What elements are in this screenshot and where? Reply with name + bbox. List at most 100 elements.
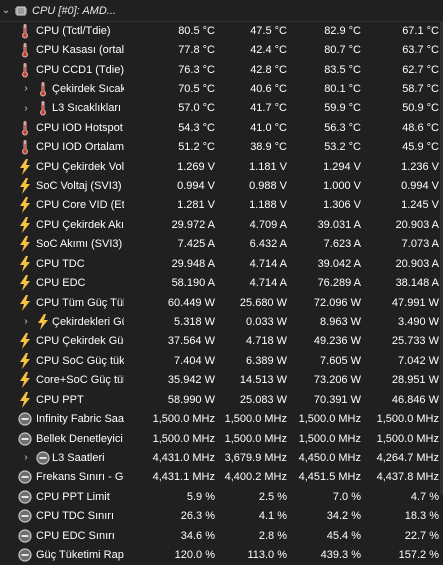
sensor-row[interactable]: CPU Çekirdek Voltajı 1.269 V 1.181 V 1.294 …	[0, 157, 443, 176]
sensor-label: CPU (Tctl/Tdie)	[36, 24, 111, 37]
expand-arrow-icon[interactable]: ›	[21, 452, 31, 463]
sensor-value-average: 20.903 A	[395, 257, 439, 270]
sensor-label: CPU TDC Sınırı	[36, 510, 115, 523]
sensor-value-max: 56.3 °C	[324, 121, 361, 134]
expand-arrow-icon[interactable]: ›	[21, 103, 31, 114]
sensor-panel: ⌄ CPU [#0]: AMD... CPU (Tctl/Tdie) 80.5 °…	[0, 0, 443, 562]
sensor-row[interactable]: CPU PPT Limit 5.9 % 2.5 % 7.0 % 4.7 %	[0, 487, 443, 506]
sensor-value-max: 1,500.0 MHz	[298, 413, 361, 426]
sensor-value-max: 34.2 %	[326, 510, 361, 523]
cpu-group-header[interactable]: ⌄ CPU [#0]: AMD...	[0, 0, 443, 22]
sensor-row[interactable]: SoC Akımı (SVI3) 7.425 A 6.432 A 7.623 A 7.0…	[0, 235, 443, 254]
sensor-row[interactable]: CPU TDC 29.948 A 4.714 A 39.042 A 20.903 A	[0, 254, 443, 273]
sensor-row[interactable]: › L3 Saatleri 4,431.0 MHz 3,679.9 MHz 4,450.…	[0, 448, 443, 467]
sensor-value-max: 39.031 A	[317, 218, 361, 231]
sensor-value-min: 25.083 W	[239, 393, 287, 406]
sensor-label: SoC Voltaj (SVI3)	[36, 180, 122, 193]
expand-arrow-icon[interactable]: ›	[21, 316, 31, 327]
sensor-label: CPU Çekirdek Güç	[36, 335, 124, 348]
sensor-row[interactable]: SoC Voltaj (SVI3) 0.994 V 0.988 V 1.000 V 0.…	[0, 176, 443, 195]
lightning-bolt-icon	[18, 255, 32, 272]
sensor-label: CPU IOD Hotspot	[36, 121, 123, 134]
sensor-value-max: 70.391 W	[313, 393, 361, 406]
sensor-value-current: 76.3 °C	[178, 63, 215, 76]
sensor-value-average: 48.6 °C	[402, 121, 439, 134]
sensor-label: CPU Core VID (Etkin)	[36, 199, 124, 212]
sensor-value-min: 14.513 W	[239, 374, 287, 387]
sensor-value-current: 29.948 A	[171, 257, 215, 270]
sensor-value-average: 45.9 °C	[402, 141, 439, 154]
sensor-row[interactable]: Infinity Fabric Saati 1,500.0 MHz 1,500.0 …	[0, 409, 443, 428]
sensor-value-average: 46.846 W	[391, 393, 439, 406]
sensor-value-min: 1.188 V	[249, 199, 287, 212]
sensor-row[interactable]: CPU Core VID (Etkin) 1.281 V 1.188 V 1.306 …	[0, 196, 443, 215]
sensor-row[interactable]: CPU CCD1 (Tdie) 76.3 °C 42.8 °C 83.5 °C 62.7…	[0, 60, 443, 79]
sensor-value-average: 1,500.0 MHz	[376, 413, 439, 426]
sensor-value-current: 5.318 W	[174, 315, 215, 328]
sensor-value-min: 25.680 W	[239, 296, 287, 309]
sensor-value-current: 58.190 A	[171, 277, 215, 290]
sensor-row[interactable]: Güç Tüketimi Raporu 120.0 % 113.0 % 439.3 %…	[0, 545, 443, 564]
sensor-row[interactable]: CPU TDC Sınırı 26.3 % 4.1 % 34.2 % 18.3 %	[0, 507, 443, 526]
sensor-value-current: 70.5 °C	[178, 82, 215, 95]
sensor-value-current: 1,500.0 MHz	[152, 432, 215, 445]
sensor-row[interactable]: CPU EDC 58.190 A 4.714 A 76.289 A 38.148 A	[0, 273, 443, 292]
sensor-value-max: 82.9 °C	[324, 24, 361, 37]
sensor-value-min: 4,400.2 MHz	[224, 471, 287, 484]
sensor-value-current: 60.449 W	[167, 296, 215, 309]
sensor-row[interactable]: CPU SoC Güç tüketimi 7.404 W 6.389 W 7.605 …	[0, 351, 443, 370]
sensor-row[interactable]: CPU Tüm Güç Tüketimi 60.449 W 25.680 W 72.0…	[0, 293, 443, 312]
sensor-row[interactable]: Core+SoC Güç tüketimi 35.942 W 14.513 W 73.…	[0, 371, 443, 390]
sensor-row[interactable]: CPU IOD Hotspot 54.3 °C 41.0 °C 56.3 °C 48.6…	[0, 118, 443, 137]
sensor-value-max: 7.623 A	[323, 238, 361, 251]
sensor-value-current: 7.425 A	[177, 238, 215, 251]
sensor-value-current: 34.6 %	[180, 529, 215, 542]
sensor-row[interactable]: CPU IOD Ortalama 51.2 °C 38.9 °C 53.2 °C 45.…	[0, 138, 443, 157]
sensor-value-min: 6.432 A	[249, 238, 287, 251]
sensor-value-max: 7.0 %	[332, 490, 361, 503]
sensor-value-max: 7.605 W	[320, 354, 361, 367]
clock-icon	[18, 411, 32, 427]
sensor-label: Çekirdek Sıcaklıkları	[52, 82, 124, 95]
collapse-chevron-icon[interactable]: ⌄	[0, 5, 12, 16]
sensor-row[interactable]: › Çekirdekleri Güç 5.318 W 0.033 W 8.963 W 3.…	[0, 312, 443, 331]
sensor-value-average: 58.7 °C	[402, 82, 439, 95]
clock-icon	[18, 547, 32, 563]
sensor-value-min: 4.1 %	[258, 510, 287, 523]
sensor-label: SoC Akımı (SVI3)	[36, 238, 123, 251]
sensor-value-average: 0.994 V	[401, 180, 439, 193]
sensor-row[interactable]: Bellek Denetleyici Saati 1,500.0 MHz 1,500…	[0, 429, 443, 448]
sensor-value-min: 4.714 A	[249, 277, 287, 290]
sensor-row[interactable]: CPU (Tctl/Tdie) 80.5 °C 47.5 °C 82.9 °C 67.1…	[0, 21, 443, 40]
sensor-value-min: 6.389 W	[246, 354, 287, 367]
sensor-value-max: 1,500.0 MHz	[298, 432, 361, 445]
sensor-row[interactable]: › L3 Sıcaklıkları 57.0 °C 41.7 °C 59.9 °C 50.…	[0, 99, 443, 118]
sensor-row[interactable]: CPU Çekirdek Akımı 29.972 A 4.709 A 39.031 …	[0, 215, 443, 234]
sensor-row[interactable]: Frekans Sınırı - Global 4,431.1 MHz 4,400.…	[0, 468, 443, 487]
clock-icon	[18, 489, 32, 505]
lightning-bolt-icon	[18, 158, 32, 175]
sensor-value-current: 4,431.1 MHz	[152, 471, 215, 484]
sensor-row[interactable]: CPU EDC Sınırı 34.6 % 2.8 % 45.4 % 22.7 %	[0, 526, 443, 545]
sensor-row[interactable]: CPU PPT 58.990 W 25.083 W 70.391 W 46.846 W	[0, 390, 443, 409]
sensor-value-max: 8.963 W	[320, 315, 361, 328]
sensor-row[interactable]: › Çekirdek Sıcaklıkları 70.5 °C 40.6 °C 80.1…	[0, 79, 443, 98]
sensor-value-current: 77.8 °C	[178, 44, 215, 57]
sensor-label: Core+SoC Güç tüketimi	[36, 374, 124, 387]
sensor-label: CPU Kasası (ortalama)	[36, 44, 124, 57]
lightning-bolt-icon	[18, 294, 32, 311]
sensor-value-min: 2.5 %	[258, 490, 287, 503]
sensor-value-average: 7.073 A	[401, 238, 439, 251]
sensor-row[interactable]: CPU Çekirdek Güç 37.564 W 4.718 W 49.236 W 2…	[0, 332, 443, 351]
expand-arrow-icon[interactable]: ›	[21, 83, 31, 94]
thermometer-icon	[18, 42, 32, 58]
sensor-value-max: 1.294 V	[323, 160, 361, 173]
sensor-value-current: 5.9 %	[186, 490, 215, 503]
sensor-label: Bellek Denetleyici Saati	[36, 432, 124, 445]
sensor-value-max: 1.000 V	[323, 180, 361, 193]
sensor-value-current: 29.972 A	[171, 218, 215, 231]
sensor-value-max: 80.7 °C	[324, 44, 361, 57]
sensor-value-average: 18.3 %	[404, 510, 439, 523]
sensor-value-average: 157.2 %	[398, 549, 439, 562]
sensor-row[interactable]: CPU Kasası (ortalama) 77.8 °C 42.4 °C 80.7 …	[0, 40, 443, 59]
